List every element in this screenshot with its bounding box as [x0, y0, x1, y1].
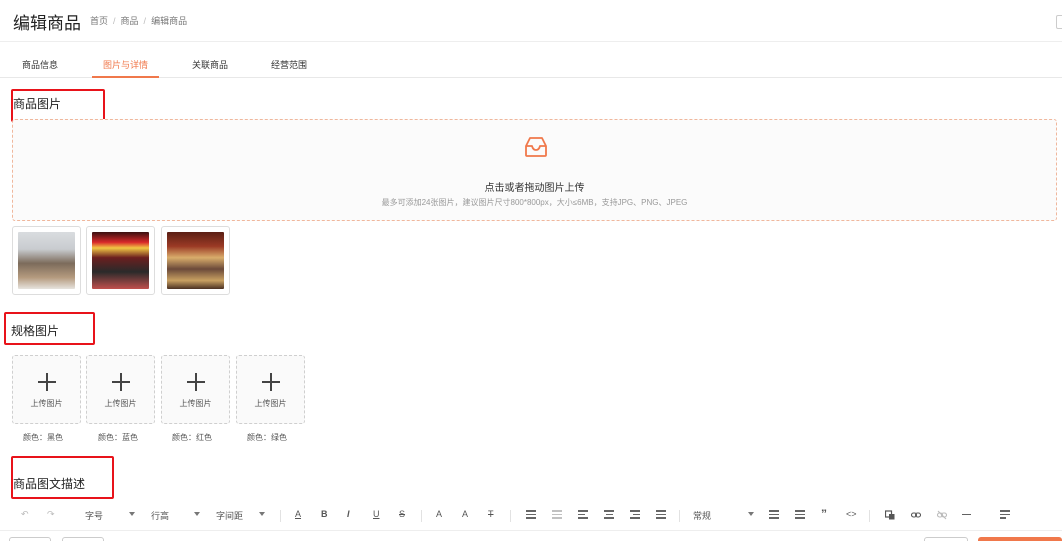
blockquote-button[interactable]: ”: [821, 507, 827, 521]
toolbar-divider: [510, 510, 511, 522]
font-color-button[interactable]: A: [295, 509, 301, 519]
breadcrumb-separator: /: [113, 16, 116, 26]
font-size-select[interactable]: 字号: [85, 509, 103, 522]
spec-image-upload[interactable]: 上传图片: [236, 355, 305, 424]
tab-bar: 商品信息 图片与详情 关联商品 经营范围: [0, 48, 1062, 78]
product-image-thumbnail[interactable]: [12, 226, 81, 295]
annotation-box-product-images: [11, 89, 105, 122]
undo-button[interactable]: ↶: [21, 509, 29, 520]
upload-label: 上传图片: [104, 399, 137, 408]
numbered-list-icon[interactable]: [795, 510, 805, 520]
align-left-icon[interactable]: [578, 510, 588, 520]
bold-button[interactable]: B: [321, 509, 328, 519]
underline-button[interactable]: U: [373, 509, 380, 519]
footer-primary-button[interactable]: [978, 537, 1062, 541]
redo-button[interactable]: ↷: [47, 509, 55, 520]
paragraph-style-select[interactable]: 常规: [693, 509, 711, 522]
upload-label: 上传图片: [30, 399, 63, 408]
tab-images-details[interactable]: 图片与详情: [103, 58, 148, 71]
tab-business-scope[interactable]: 经营范围: [271, 58, 307, 71]
indent-increase-icon[interactable]: [526, 510, 536, 520]
chevron-down-icon: [194, 512, 200, 516]
align-right-icon[interactable]: [630, 510, 640, 520]
align-center-icon[interactable]: [604, 510, 614, 520]
dropzone-hint-text: 最多可添加24张图片，建议图片尺寸800*800px，大小≤6MB，支持JPG、…: [381, 198, 688, 207]
toolbar-divider: [421, 510, 422, 522]
annotation-box-description: [11, 456, 114, 499]
breadcrumb: 首页 / 商品 / 编辑商品: [90, 14, 187, 27]
upload-label: 上传图片: [179, 399, 212, 408]
image-upload-dropzone[interactable]: 点击或者拖动图片上传 最多可添加24张图片，建议图片尺寸800*800px，大小…: [12, 119, 1057, 221]
product-image-thumbnail[interactable]: [161, 226, 230, 295]
spec-color-label: 颜色：蓝色: [98, 433, 138, 442]
chevron-down-icon: [259, 512, 265, 516]
tab-related-products[interactable]: 关联商品: [192, 58, 228, 71]
link-icon[interactable]: [911, 510, 921, 520]
plus-icon: [112, 373, 130, 391]
upload-label: 上传图片: [254, 399, 287, 408]
subscript-button[interactable]: A: [462, 509, 468, 519]
chevron-down-icon: [129, 512, 135, 516]
product-image-2: [92, 232, 149, 289]
italic-button[interactable]: I: [347, 509, 350, 519]
footer-button[interactable]: [62, 537, 104, 541]
footer-button[interactable]: [924, 537, 968, 541]
product-image-thumbnail[interactable]: [86, 226, 155, 295]
unlink-icon[interactable]: [937, 510, 947, 520]
chevron-down-icon: [748, 512, 754, 516]
superscript-button[interactable]: A: [436, 509, 442, 519]
breadcrumb-separator: /: [143, 16, 147, 26]
spec-image-upload[interactable]: 上传图片: [161, 355, 230, 424]
code-button[interactable]: <>: [846, 509, 857, 519]
line-height-select[interactable]: 行高: [151, 509, 169, 522]
strikethrough-button[interactable]: S: [399, 509, 405, 519]
product-image-1: [18, 232, 75, 289]
bullet-list-icon[interactable]: [769, 510, 779, 520]
breadcrumb-products[interactable]: 商品: [121, 16, 139, 26]
annotation-box-spec-images: [4, 312, 95, 345]
plus-icon: [262, 373, 280, 391]
active-tab-indicator: [92, 76, 159, 78]
breadcrumb-home[interactable]: 首页: [90, 16, 108, 26]
header-edge-button[interactable]: [1056, 15, 1062, 29]
plus-icon: [187, 373, 205, 391]
toolbar-divider: [869, 510, 870, 522]
footer-button[interactable]: [9, 537, 51, 541]
align-justify-icon[interactable]: [656, 510, 666, 520]
footer-divider: [0, 530, 1062, 531]
breadcrumb-current: 编辑商品: [151, 16, 188, 26]
spec-image-upload[interactable]: 上传图片: [12, 355, 81, 424]
plus-icon: [38, 373, 56, 391]
page-header: 编辑商品 首页 / 商品 / 编辑商品: [0, 0, 1062, 42]
horizontal-rule-button[interactable]: —: [962, 509, 971, 519]
product-image-3: [167, 232, 224, 289]
tab-product-info[interactable]: 商品信息: [22, 58, 58, 71]
indent-decrease-icon[interactable]: [552, 510, 562, 520]
spec-image-upload[interactable]: 上传图片: [86, 355, 155, 424]
page-title: 编辑商品: [13, 14, 81, 33]
inbox-icon: [525, 137, 547, 157]
editor-toolbar: ↶ ↷ 字号 行高 字间距 A B I U S A A T 常规 ” <> —: [0, 504, 1062, 528]
letter-spacing-select[interactable]: 字间距: [216, 509, 243, 522]
align-more-icon[interactable]: [1000, 510, 1010, 520]
spec-color-label: 颜色：红色: [172, 433, 212, 442]
toolbar-divider: [280, 510, 281, 522]
dropzone-main-text: 点击或者拖动图片上传: [484, 183, 585, 194]
image-icon[interactable]: [885, 510, 895, 520]
clear-format-button[interactable]: T: [488, 509, 494, 519]
toolbar-divider: [679, 510, 680, 522]
spec-color-label: 颜色：绿色: [247, 433, 287, 442]
spec-color-label: 颜色：黑色: [23, 433, 63, 442]
